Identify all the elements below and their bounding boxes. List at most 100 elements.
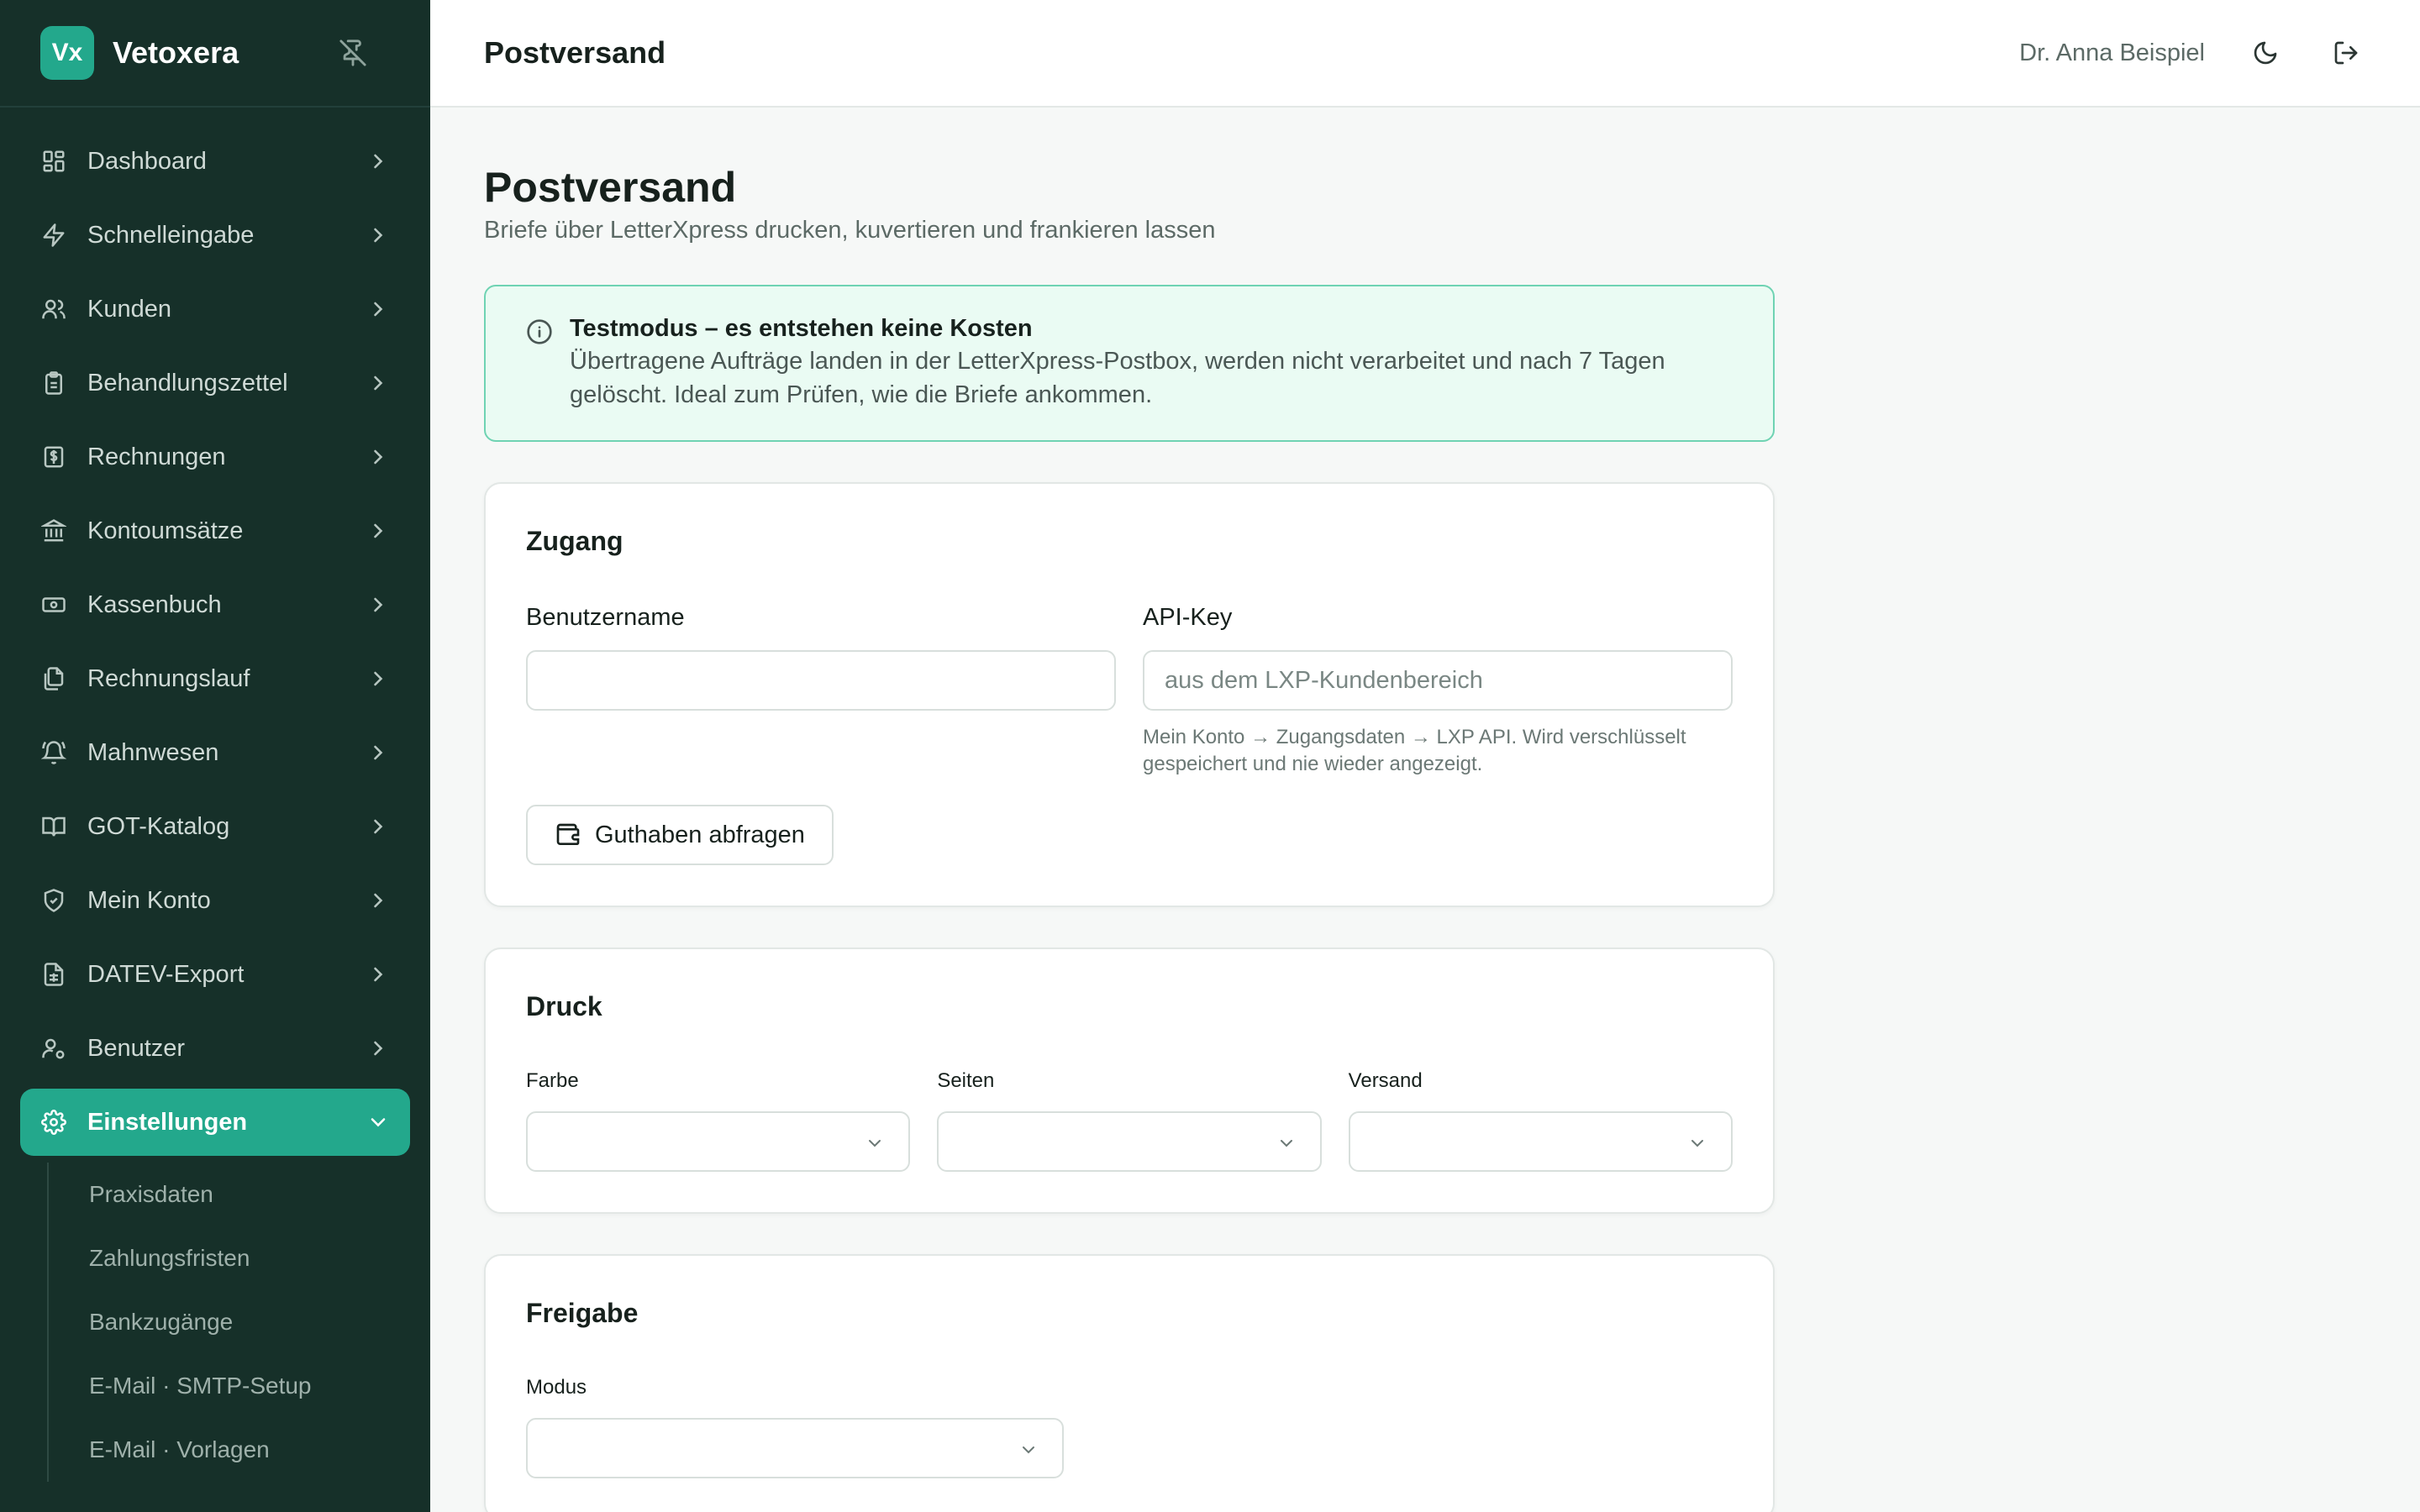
apikey-input[interactable] [1143, 650, 1733, 711]
invoice-icon [40, 444, 67, 470]
logout-icon [2334, 41, 2358, 65]
chevron-right-icon [374, 302, 383, 317]
subnav-item-praxisdaten[interactable]: Praxisdaten [89, 1163, 430, 1226]
sidebar-item-behandlungszettel[interactable]: Behandlungszettel [20, 349, 410, 417]
sidebar-item-label: Kontoumsätze [87, 517, 244, 544]
pages-field-group: Seiten [937, 1069, 1322, 1172]
print-heading: Druck [526, 991, 602, 1021]
pages-select[interactable] [937, 1111, 1322, 1172]
main-content: Postversand Briefe über LetterXpress dru… [484, 108, 1775, 1512]
testmode-alert: Testmodus – es entstehen keine Kosten Üb… [484, 285, 1775, 442]
subnav-item-bankzugaenge[interactable]: Bankzugänge [89, 1290, 430, 1354]
sidebar-item-mahnwesen[interactable]: Mahnwesen [20, 719, 410, 786]
chevron-right-icon [374, 819, 383, 834]
chevron-down-icon [1280, 1140, 1292, 1147]
sidebar-item-label: Mahnwesen [87, 738, 219, 766]
sidebar-item-label: GOT-Katalog [87, 812, 230, 840]
shipping-select[interactable] [1348, 1111, 1733, 1172]
sidebar-item-kassenbuch[interactable]: Kassenbuch [20, 571, 410, 638]
chevron-right-icon [374, 1041, 383, 1056]
chevron-right-icon [374, 228, 383, 243]
chevron-right-icon [374, 745, 383, 760]
sidebar-item-label: Kassenbuch [87, 591, 222, 618]
sidebar: Vx Vetoxera Dashboard Schnelleingabe Kun… [0, 0, 430, 1512]
mode-label: Modus [526, 1376, 587, 1399]
mode-select[interactable] [526, 1418, 1064, 1478]
sidebar-item-dashboard[interactable]: Dashboard [20, 128, 410, 195]
alert-text: Übertragene Aufträge landen in der Lette… [570, 348, 1665, 408]
color-field-group: Farbe [526, 1069, 911, 1172]
apikey-hint: Mein Konto → Zugangsdaten → LXP API. Wir… [1143, 726, 1686, 775]
print-card: Druck Farbe Seiten Versand [484, 948, 1775, 1214]
username-field-group: Benutzername [526, 604, 1116, 778]
app-name: Vetoxera [113, 35, 239, 70]
topbar: Postversand Dr. Anna Beispiel [430, 0, 2420, 108]
access-heading: Zugang [526, 526, 623, 556]
user-name[interactable]: Dr. Anna Beispiel [2019, 39, 2205, 67]
sidebar-item-einstellungen[interactable]: Einstellungen [20, 1089, 410, 1156]
check-balance-label: Guthaben abfragen [595, 821, 805, 848]
subnav-item-email-vorlagen[interactable]: E-Mail · Vorlagen [89, 1418, 430, 1482]
username-input[interactable] [526, 650, 1116, 711]
chevron-right-icon [374, 967, 383, 982]
sidebar-item-got-katalog[interactable]: GOT-Katalog [20, 793, 410, 860]
sidebar-item-label: Rechnungslauf [87, 664, 250, 692]
chevron-right-icon [374, 523, 383, 538]
topbar-title: Postversand [484, 35, 666, 70]
sidebar-item-schnelleingabe[interactable]: Schnelleingabe [20, 202, 410, 269]
sidebar-item-kunden[interactable]: Kunden [20, 276, 410, 343]
info-icon [527, 319, 552, 344]
release-card: Freigabe Modus [484, 1254, 1775, 1512]
chevron-right-icon [374, 375, 383, 391]
sidebar-item-label: Kunden [87, 295, 171, 323]
shipping-label: Versand [1348, 1069, 1423, 1092]
sidebar-item-label: Rechnungen [87, 443, 226, 470]
sidebar-item-benutzer[interactable]: Benutzer [20, 1015, 410, 1082]
sidebar-item-rechnungslauf[interactable]: Rechnungslauf [20, 645, 410, 712]
sidebar-item-kontoumsaetze[interactable]: Kontoumsätze [20, 497, 410, 564]
bank-icon [40, 517, 67, 544]
subnav-item-smtp-setup[interactable]: E-Mail · SMTP-Setup [89, 1354, 430, 1418]
chevron-right-icon [374, 893, 383, 908]
sidebar-item-label: Dashboard [87, 147, 207, 175]
chevron-right-icon [374, 449, 383, 465]
chevron-down-icon [371, 1118, 386, 1127]
cash-icon [40, 591, 67, 618]
page-title: Postversand [484, 164, 737, 211]
spreadsheet-icon [40, 961, 67, 988]
chevron-right-icon [374, 597, 383, 612]
pin-off-icon[interactable] [338, 38, 368, 68]
sidebar-item-label: Benutzer [87, 1034, 186, 1062]
chevron-right-icon [374, 154, 383, 169]
shield-icon [40, 887, 67, 914]
sidebar-item-rechnungen[interactable]: Rechnungen [20, 423, 410, 491]
alert-title: Testmodus – es entstehen keine Kosten [570, 315, 1033, 342]
sidebar-item-label: DATEV-Export [87, 960, 245, 988]
chevron-down-icon [1691, 1140, 1703, 1147]
users-icon [40, 296, 67, 323]
sidebar-nav: Dashboard Schnelleingabe Kunden Behandlu… [0, 108, 430, 1482]
theme-toggle-button[interactable] [2245, 33, 2286, 73]
color-select[interactable] [526, 1111, 911, 1172]
check-balance-button[interactable]: Guthaben abfragen [526, 805, 834, 865]
wallet-icon [556, 823, 580, 845]
app-logo[interactable]: Vx [40, 26, 94, 80]
subnav-item-zahlungsfristen[interactable]: Zahlungsfristen [89, 1226, 430, 1290]
dashboard-icon [40, 148, 67, 175]
shipping-field-group: Versand [1348, 1069, 1733, 1172]
sidebar-item-datev-export[interactable]: DATEV-Export [20, 941, 410, 1008]
sidebar-item-label: Schnelleingabe [87, 221, 255, 249]
page-subtitle: Briefe über LetterXpress drucken, kuvert… [484, 217, 1216, 244]
pages-label: Seiten [937, 1069, 995, 1092]
apikey-field-group: API-Key Mein Konto → Zugangsdaten → LXP … [1143, 604, 1733, 778]
sidebar-item-mein-konto[interactable]: Mein Konto [20, 867, 410, 934]
bell-icon [40, 739, 67, 766]
access-card: Zugang Benutzername API-Key Mein Konto →… [484, 482, 1775, 907]
moon-icon [2254, 41, 2277, 65]
files-icon [40, 665, 67, 692]
sidebar-item-label: Mein Konto [87, 886, 211, 914]
mode-field-group: Modus [526, 1376, 1064, 1478]
username-label: Benutzername [526, 604, 685, 631]
logout-button[interactable] [2326, 33, 2366, 73]
zap-icon [40, 222, 67, 249]
